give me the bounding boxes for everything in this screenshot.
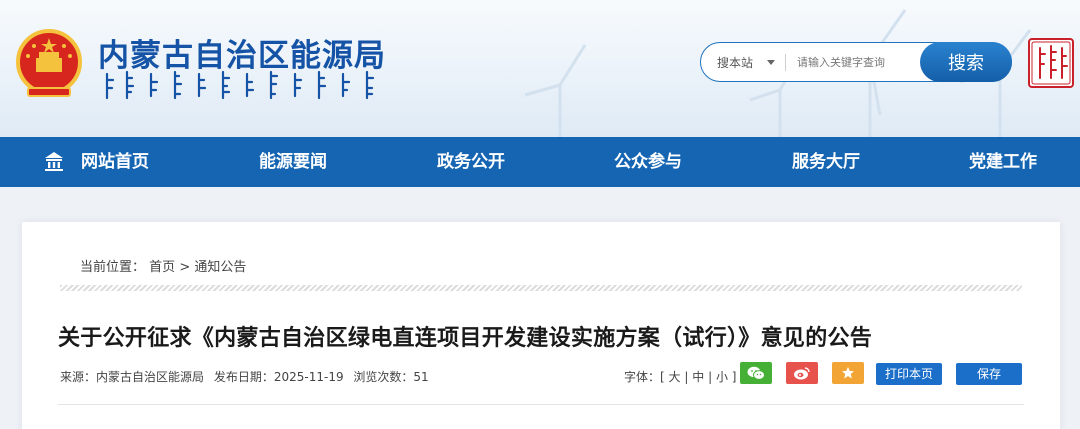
national-emblem-icon	[16, 29, 82, 97]
wechat-icon	[747, 366, 765, 380]
article-date: 发布日期：2025-11-19	[213, 370, 344, 384]
share-weibo-button[interactable]	[786, 362, 818, 384]
nav-item-government-affairs[interactable]: 政务公开	[437, 137, 505, 187]
nav-item-energy-news[interactable]: 能源要闻	[259, 137, 327, 187]
search-box: 搜本站 搜索	[700, 42, 1012, 82]
weibo-icon	[794, 367, 810, 380]
article-title: 关于公开征求《内蒙古自治区绿电直连项目开发建设实施方案（试行）》意见的公告	[58, 326, 873, 351]
article-source: 来源：内蒙古自治区能源局	[60, 370, 205, 384]
article-views: 浏览次数：51	[353, 370, 429, 384]
article-meta: 来源：内蒙古自治区能源局 发布日期：2025-11-19 浏览次数：51	[60, 368, 435, 385]
breadcrumb-prefix: 当前位置：	[80, 260, 146, 275]
search-input[interactable]	[797, 49, 915, 75]
share-wechat-button[interactable]	[740, 362, 772, 384]
chevron-down-icon[interactable]	[767, 60, 775, 65]
nav-item-party-building[interactable]: 党建工作	[969, 137, 1037, 187]
mongolian-seal-icon	[1028, 38, 1074, 88]
font-size-control: 字体：[ 大 | 中 | 小 ]	[624, 368, 736, 385]
search-button[interactable]: 搜索	[920, 42, 1012, 82]
search-scope-select[interactable]: 搜本站	[717, 54, 753, 71]
font-size-sep: |	[708, 370, 713, 384]
breadcrumb-separator: >	[179, 260, 191, 275]
print-button[interactable]: 打印本页	[876, 363, 942, 385]
font-size-sep: |	[684, 370, 689, 384]
article-card: 当前位置： 首页 > 通知公告 关于公开征求《内蒙古自治区绿电直连项目开发建设实…	[22, 222, 1060, 429]
font-size-label: 字体：[	[624, 370, 665, 384]
meta-divider	[58, 404, 1024, 405]
font-size-medium[interactable]: 中	[692, 370, 704, 384]
home-icon[interactable]	[44, 151, 64, 172]
site-title: 内蒙古自治区能源局	[98, 38, 386, 74]
font-size-close: ]	[731, 370, 737, 384]
nav-item-public-participation[interactable]: 公众参与	[614, 137, 682, 187]
favorite-button[interactable]	[832, 362, 864, 384]
breadcrumb-home-link[interactable]: 首页	[149, 260, 175, 275]
font-size-small[interactable]: 小	[716, 370, 728, 384]
hatched-divider	[60, 285, 1022, 291]
mongolian-script-logo	[105, 70, 375, 100]
main-nav: 网站首页 能源要闻 政务公开 公众参与 服务大厅 党建工作	[0, 137, 1080, 187]
breadcrumb-current-link[interactable]: 通知公告	[194, 260, 246, 275]
save-button[interactable]: 保存	[956, 363, 1022, 385]
nav-item-home[interactable]: 网站首页	[81, 137, 149, 187]
font-size-large[interactable]: 大	[669, 370, 681, 384]
search-divider	[785, 54, 786, 71]
site-header: 内蒙古自治区能源局 搜本站 搜索	[0, 0, 1080, 137]
nav-item-service-hall[interactable]: 服务大厅	[792, 137, 860, 187]
star-icon	[842, 367, 854, 379]
breadcrumb: 当前位置： 首页 > 通知公告	[80, 256, 246, 275]
